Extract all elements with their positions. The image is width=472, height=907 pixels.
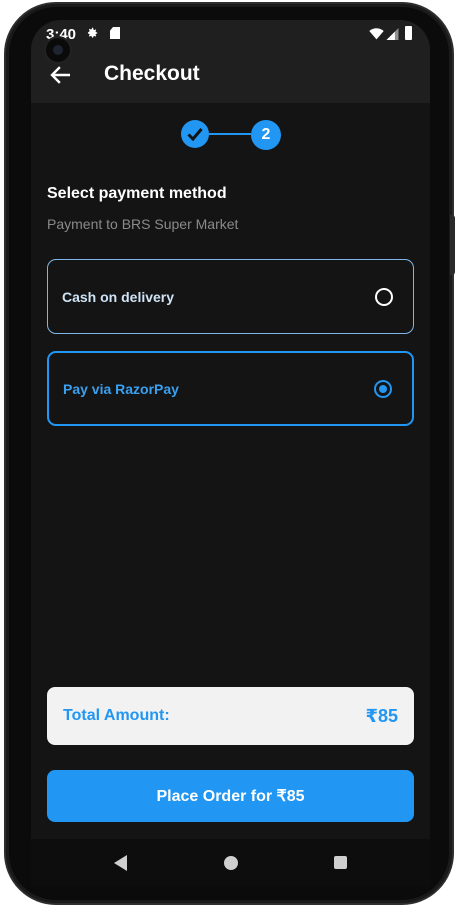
nav-home-icon[interactable] (224, 856, 238, 870)
step-1-complete (181, 120, 209, 148)
radio-unselected[interactable] (375, 287, 393, 306)
total-amount-value: ₹85 (365, 705, 398, 726)
back-arrow-icon (50, 66, 70, 84)
device-frame: 3:40 Checkout 2 Select payment method Pa… (0, 0, 472, 907)
total-amount-card: Total Amount: ₹85 (47, 687, 414, 745)
app-bar: 3:40 Checkout (31, 20, 430, 103)
payment-option-label: Pay via RazorPay (63, 380, 179, 397)
gear-icon (87, 27, 98, 38)
side-power-button (450, 215, 455, 275)
step-2-current: 2 (251, 120, 281, 150)
place-order-button[interactable]: Place Order for ₹85 (47, 770, 414, 822)
system-navigation-bar (31, 839, 430, 887)
payment-section-title: Select payment method (47, 185, 227, 202)
back-button[interactable] (45, 62, 75, 88)
checkout-stepper: 2 (181, 120, 281, 150)
radio-selected[interactable] (374, 379, 392, 398)
signal-icon (386, 28, 399, 40)
nav-back-icon[interactable] (114, 855, 127, 871)
battery-icon (405, 26, 412, 40)
payment-option-label: Cash on delivery (62, 288, 175, 305)
sd-card-icon (110, 27, 120, 39)
step-connector (209, 133, 251, 135)
payment-section-subtitle: Payment to BRS Super Market (47, 216, 239, 232)
check-icon (187, 128, 203, 141)
payment-option-cash-on-delivery[interactable]: Cash on delivery (47, 259, 414, 334)
payment-option-razorpay[interactable]: Pay via RazorPay (47, 351, 414, 426)
app-screen: 3:40 Checkout 2 Select payment method Pa… (31, 20, 430, 839)
nav-recent-icon[interactable] (334, 856, 347, 869)
front-camera (44, 36, 72, 64)
wifi-icon (369, 28, 384, 40)
total-amount-label: Total Amount: (63, 707, 170, 724)
page-title: Checkout (104, 62, 200, 85)
